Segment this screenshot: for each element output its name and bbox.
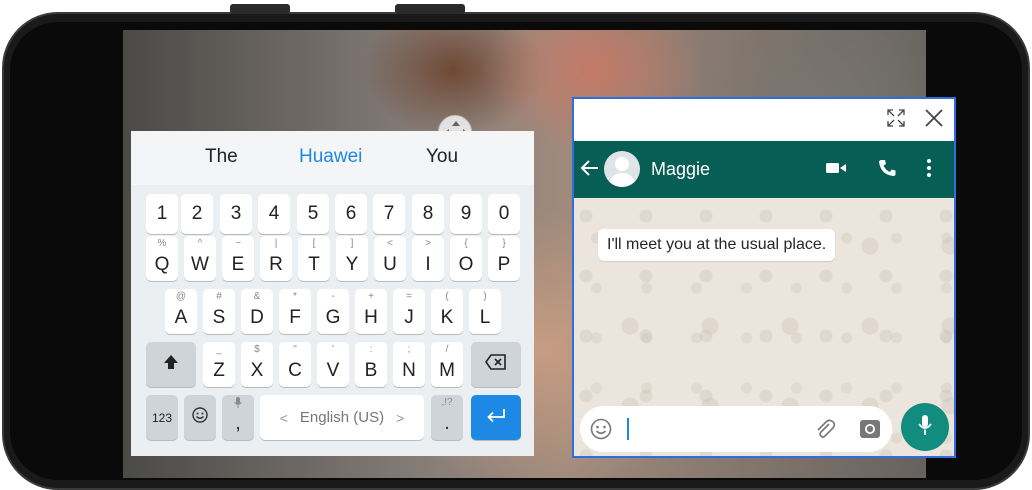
language-prev-icon: < [279,409,288,426]
key[interactable]: 9 [450,194,482,234]
emoji-icon[interactable] [590,418,612,445]
key[interactable]: & D [241,289,273,334]
backspace-key[interactable] [471,342,521,387]
comma-key[interactable]: , [222,395,254,440]
key[interactable]: 5 [297,194,329,234]
key[interactable]: -G [317,289,349,334]
key[interactable]: + H [355,289,387,334]
camera-icon[interactable] [858,417,882,446]
key[interactable]: > I [412,236,444,281]
suggestion-item[interactable]: The [205,146,238,168]
message-bubble[interactable]: I'll meet you at the usual place. [598,229,836,261]
key[interactable]: 4 [258,194,290,234]
emoji-icon [192,407,208,428]
contact-name[interactable]: Maggie [651,159,710,180]
key[interactable]: 3 [220,194,252,234]
key[interactable]: $ X [241,342,273,387]
key[interactable]: # S [203,289,235,334]
key[interactable]: } P [488,236,520,281]
key[interactable]: ) L [469,289,501,334]
video-call-icon[interactable] [825,160,847,181]
enter-icon [485,407,507,428]
key[interactable]: " C [279,342,311,387]
space-key[interactable]: < English (US) > [260,395,424,440]
phone-side-button [395,4,465,14]
language-next-icon: > [396,409,405,426]
key[interactable]: ^ W [184,236,216,281]
key[interactable]: 0 [488,194,520,234]
key[interactable]: ' V [317,342,349,387]
floating-keyboard: The Huawei You 1 2 3 4 5 6 7 8 9 0 % Q ^ W… [131,131,534,456]
paperclip-icon[interactable] [814,418,836,445]
key[interactable]: {O [450,236,482,281]
backspace-icon [485,354,507,375]
phone-call-icon[interactable] [877,158,897,183]
key[interactable]: [T [298,236,330,281]
window-title-bar[interactable] [574,99,954,141]
key[interactable]: ~ E [222,236,254,281]
emoji-key[interactable] [184,395,216,440]
numbers-key[interactable]: 123 [146,395,178,440]
avatar[interactable] [604,151,640,187]
phone-side-button [230,4,290,14]
key[interactable]: 2 [181,194,213,234]
period-key[interactable]: ,!?. [431,395,463,440]
key[interactable]: :B [355,342,387,387]
key[interactable]: (K [431,289,463,334]
suggestion-bar: The Huawei You [131,131,534,185]
chat-header: Maggie [574,141,954,198]
key[interactable]: / M [431,342,463,387]
key[interactable]: % Q [146,236,178,281]
more-vertical-icon[interactable] [925,158,933,183]
microphone-icon [222,397,254,411]
suggestion-item[interactable]: Huawei [299,146,362,168]
key[interactable]: = J [393,289,425,334]
key[interactable]: ] Y [336,236,368,281]
key[interactable]: 1 [146,194,178,234]
text-cursor [627,418,629,440]
key[interactable]: @ A [165,289,197,334]
back-arrow-icon[interactable] [580,158,600,178]
key[interactable]: < U [374,236,406,281]
chat-floating-window: Maggie I'll meet you at the usual place. [572,97,956,458]
shift-icon [162,353,180,376]
expand-icon[interactable] [885,107,907,129]
key[interactable]: 6 [335,194,367,234]
space-label: English (US) [299,409,385,426]
enter-key[interactable] [471,395,521,440]
microphone-button[interactable] [901,403,949,451]
message-input[interactable] [580,406,892,452]
key[interactable]: * F [279,289,311,334]
key[interactable]: 8 [412,194,444,234]
close-icon[interactable] [923,107,945,129]
key[interactable]: | R [260,236,292,281]
key[interactable]: _ Z [203,342,235,387]
key[interactable]: ; N [393,342,425,387]
shift-key[interactable] [146,342,196,387]
microphone-icon [917,414,933,441]
suggestion-item[interactable]: You [426,146,458,168]
key[interactable]: 7 [373,194,405,234]
